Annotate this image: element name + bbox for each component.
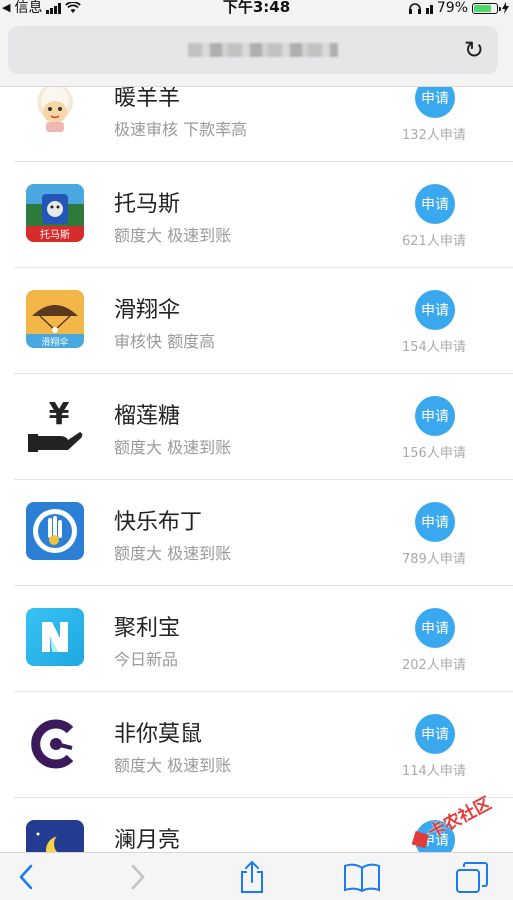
app-description: 额度大 极速到账: [114, 756, 232, 775]
list-item[interactable]: 滑翔伞 滑翔伞 审核快 额度高 申请 154人申请: [14, 268, 513, 374]
list-item[interactable]: 托马斯 托马斯 额度大 极速到账 申请 621人申请: [14, 162, 513, 268]
app-description: 今日新品: [114, 650, 179, 669]
app-description: 额度大 极速到账: [114, 438, 232, 457]
app-name: 聚利宝: [114, 616, 181, 641]
app-name: 榴莲糖: [114, 404, 181, 429]
paraglider-icon: 滑翔伞: [26, 290, 84, 348]
app-description: 审核快 额度高: [114, 332, 216, 351]
apply-button[interactable]: 申请: [415, 396, 455, 436]
charging-bolt-icon: [502, 2, 509, 14]
moon-icon: [26, 820, 84, 852]
small-bars-icon: [425, 3, 433, 14]
list-item[interactable]: 非你莫鼠额度大 极速到账 申请 114人申请: [14, 692, 513, 798]
apply-count: 154人申请: [402, 340, 466, 355]
apply-count: 789人申请: [402, 552, 466, 567]
reload-icon[interactable]: ↻: [464, 36, 484, 64]
list-item[interactable]: 暖羊羊极速审核 下款率高 申请 132人申请: [14, 87, 513, 162]
app-name: 滑翔伞: [114, 298, 181, 323]
app-name: 暖羊羊: [114, 87, 181, 111]
svg-text:托马斯: 托马斯: [40, 228, 70, 241]
blurred-url: [188, 43, 338, 57]
svg-text:¥: ¥: [49, 397, 70, 432]
svg-text:滑翔伞: 滑翔伞: [41, 336, 68, 348]
apply-count: 132人申请: [402, 128, 466, 143]
apply-button[interactable]: 申请: [415, 290, 455, 330]
app-description: 额度大 极速到账: [114, 544, 232, 563]
apply-count: 621人申请: [402, 234, 466, 249]
share-icon[interactable]: [232, 859, 272, 895]
app-name: 非你莫鼠: [114, 722, 203, 747]
app-list: 暖羊羊 极速审核 下款率高 申请 132人申请 托马斯 托马斯 额度大 极速到账 申请 621人…: [0, 87, 513, 852]
list-item[interactable]: 快乐布丁额度大 极速到账 申请 789人申请: [14, 480, 513, 586]
status-bar: ◀ 信息 下午3:48 79%: [0, 0, 513, 16]
app-name: 托马斯: [114, 192, 181, 217]
apply-button[interactable]: 申请: [415, 87, 455, 118]
yen-hand-icon: ¥: [26, 396, 84, 454]
tabs-icon[interactable]: [452, 859, 492, 895]
headphones-icon: [408, 3, 421, 14]
hand-coin-icon: [26, 502, 84, 560]
app-description: 额度大 极速到账: [114, 226, 232, 245]
apply-count: 114人申请: [402, 764, 466, 779]
apply-count: 156人申请: [402, 446, 466, 461]
n-logo-icon: [26, 608, 84, 666]
apply-button[interactable]: 申请: [415, 502, 455, 542]
status-right: 79%: [408, 0, 509, 16]
app-name: 澜月亮: [114, 828, 181, 852]
bookmarks-icon[interactable]: [342, 859, 382, 895]
battery-percent: 79%: [436, 0, 468, 16]
list-item[interactable]: 聚利宝今日新品 申请 202人申请: [14, 586, 513, 692]
apply-button[interactable]: 申请: [415, 608, 455, 648]
apply-count: 202人申请: [402, 658, 466, 673]
app-name: 快乐布丁: [114, 510, 203, 535]
list-item[interactable]: ¥ 榴莲糖额度大 极速到账 申请 156人申请: [14, 374, 513, 480]
back-icon[interactable]: [6, 859, 46, 895]
c-logo-icon: [26, 714, 84, 772]
apply-button[interactable]: 申请: [415, 714, 455, 754]
address-bar[interactable]: ↻: [8, 26, 498, 74]
forward-icon[interactable]: [118, 859, 158, 895]
train-icon: 托马斯: [26, 184, 84, 242]
sheep-icon: [26, 87, 84, 136]
browser-toolbar: [0, 852, 513, 900]
browser-header: ↻: [0, 16, 513, 87]
battery-icon: [472, 2, 501, 14]
apply-button[interactable]: 申请: [415, 184, 455, 224]
app-description: 极速审核 下款率高: [114, 120, 248, 139]
